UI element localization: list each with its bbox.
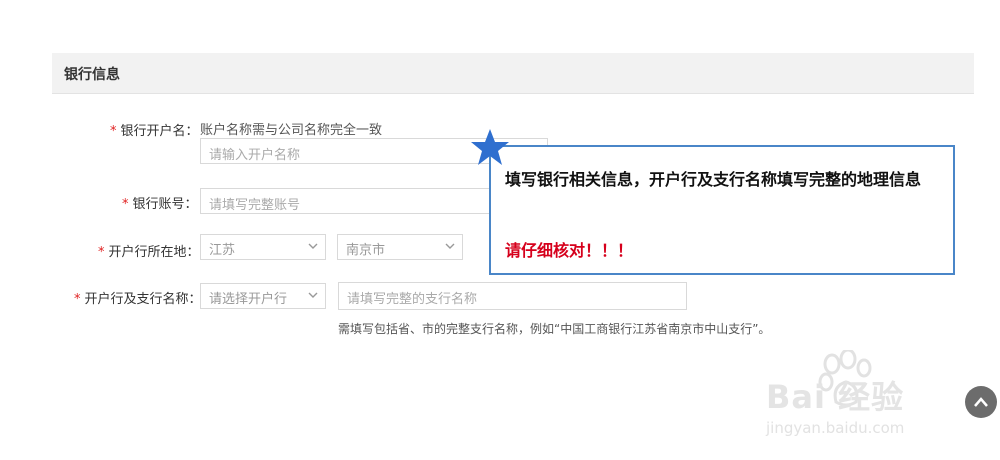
required-mark: * (74, 292, 81, 307)
required-mark: * (110, 124, 117, 139)
watermark-url: jingyan.baidu.com (766, 419, 905, 437)
section-header: 银行信息 (52, 53, 974, 94)
city-select[interactable]: 南京市 (337, 234, 463, 260)
chevron-down-icon (445, 243, 455, 249)
star-icon (471, 129, 509, 165)
branch-label: * 开户行及支行名称： (74, 292, 202, 307)
account-number-input[interactable]: 请填写完整账号 (200, 188, 500, 214)
branch-name-input[interactable]: 请填写完整的支行名称 (338, 282, 687, 310)
account-name-label: * 银行开户名： (110, 124, 199, 139)
account-number-label: * 银行账号： (122, 197, 198, 212)
bank-select[interactable]: 请选择开户行 (200, 283, 326, 309)
account-name-hint: 账户名称需与公司名称完全一致 (200, 123, 383, 138)
required-mark: * (98, 245, 105, 260)
branch-note: 需填写包括省、市的完整支行名称，例如“中国工商银行江苏省南京市中山支行”。 (338, 322, 771, 336)
scroll-top-button[interactable] (965, 386, 997, 418)
callout-box: 填写银行相关信息，开户行及支行名称填写完整的地理信息 请仔细核对！！！ (489, 145, 955, 275)
callout-warning: 请仔细核对！！！ (505, 241, 634, 260)
callout-instruction: 填写银行相关信息，开户行及支行名称填写完整的地理信息 (505, 170, 922, 189)
bank-location-label: * 开户行所在地： (98, 245, 200, 260)
chevron-down-icon (308, 243, 318, 249)
chevron-up-icon (974, 397, 988, 407)
required-mark: * (122, 197, 129, 212)
section-title: 银行信息 (64, 67, 120, 83)
chevron-down-icon (308, 292, 318, 298)
watermark-logo: Bai 经验 (766, 378, 905, 416)
province-select[interactable]: 江苏 (200, 234, 326, 260)
